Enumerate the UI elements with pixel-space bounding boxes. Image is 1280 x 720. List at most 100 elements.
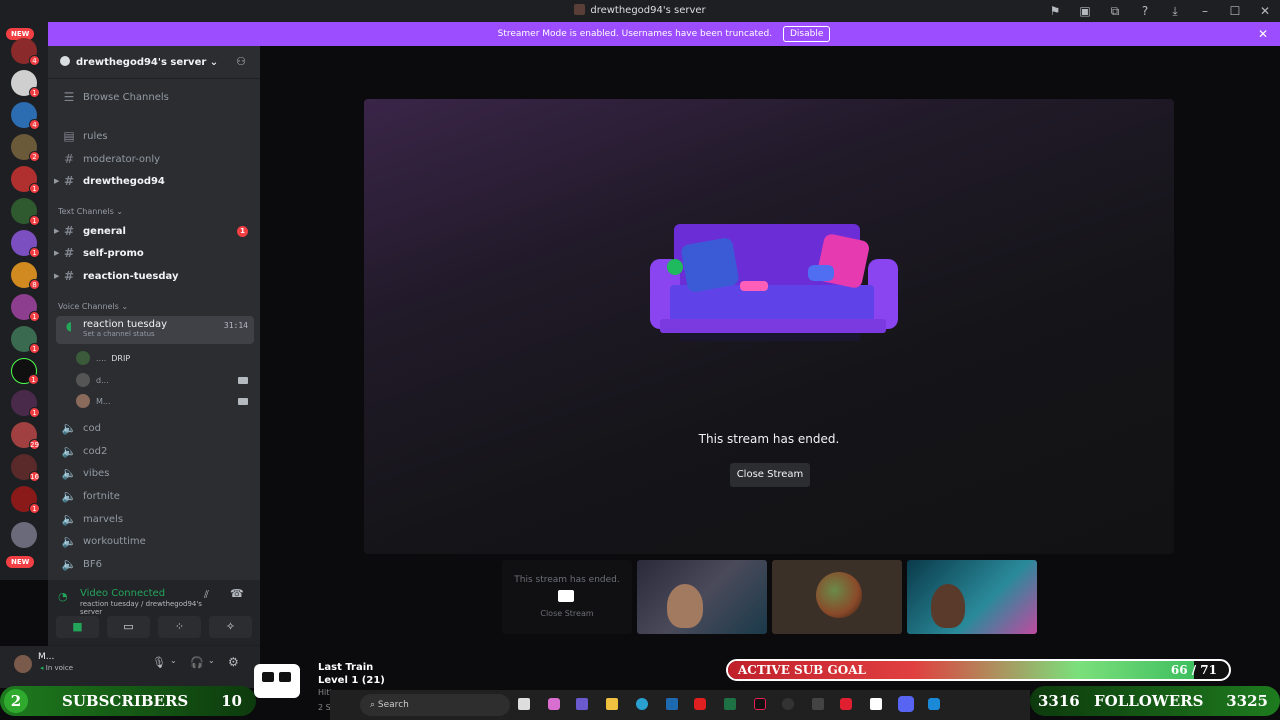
search-label: Search bbox=[377, 700, 409, 710]
teams-icon[interactable] bbox=[576, 698, 588, 710]
discord-icon[interactable] bbox=[898, 696, 914, 712]
voice-channel-vibes[interactable]: 🔈 vibes bbox=[56, 463, 254, 483]
minimize-icon[interactable]: – bbox=[1190, 4, 1220, 18]
help-icon[interactable]: ? bbox=[1130, 4, 1160, 18]
server-icon[interactable]: 8 bbox=[11, 262, 40, 290]
server-gear-icon bbox=[60, 56, 70, 66]
server-badge: 1 bbox=[29, 215, 40, 226]
speaker-icon: 🔈 bbox=[61, 534, 77, 548]
server-icon[interactable] bbox=[11, 522, 37, 548]
category-voice-channels[interactable]: Voice Channels ⌄ bbox=[58, 302, 128, 311]
disable-button[interactable]: Disable bbox=[782, 26, 831, 42]
excel-icon[interactable] bbox=[724, 698, 736, 710]
voice-connected-panel: ◔ Video Connected reaction tuesday / dre… bbox=[48, 580, 260, 646]
taskbar-search[interactable]: ⌕ Search bbox=[360, 694, 510, 716]
active-voice-text: reaction tuesday Set a channel status bbox=[83, 319, 167, 338]
server-icon[interactable]: 1 bbox=[11, 326, 40, 354]
obs-icon[interactable] bbox=[782, 698, 794, 710]
category-text-channels[interactable]: Text Channels ⌄ bbox=[58, 207, 123, 216]
server-icon[interactable]: 1 bbox=[11, 358, 39, 385]
stream-thumbnail-ended[interactable]: This stream has ended. Close Stream bbox=[502, 560, 632, 634]
voice-channel-fortnite[interactable]: 🔈 fortnite bbox=[56, 486, 254, 506]
server-header[interactable]: drewthegod94's server ⌄ ⚇ bbox=[48, 46, 260, 79]
channel-moderator-only[interactable]: # moderator-only bbox=[56, 149, 254, 169]
server-icon[interactable]: 29 bbox=[11, 422, 40, 450]
invite-icon[interactable]: ⚇ bbox=[236, 55, 246, 68]
voice-channel-bf6[interactable]: 🔈 BF6 bbox=[56, 554, 254, 574]
server-icon[interactable]: 4 bbox=[11, 38, 40, 66]
video-thumbnail[interactable] bbox=[772, 560, 902, 634]
expand-arrow-icon: ▶ bbox=[54, 249, 60, 257]
server-icon[interactable]: 1 bbox=[11, 486, 40, 514]
titlebar-controls: ⚑ ▣ ⧉ ? ⤓ – ☐ ✕ bbox=[1040, 0, 1280, 22]
voice-user[interactable]: .... DRIP bbox=[76, 349, 130, 367]
channel-general[interactable]: ▶ # general 1 bbox=[54, 221, 254, 241]
download-icon[interactable]: ⤓ bbox=[1160, 4, 1190, 19]
close-window-icon[interactable]: ✕ bbox=[1250, 4, 1280, 18]
server-icon[interactable]: 1 bbox=[11, 294, 40, 322]
voice-user[interactable]: M... bbox=[76, 392, 111, 410]
signal-icon[interactable]: ◔ bbox=[58, 590, 68, 603]
store-icon[interactable] bbox=[666, 698, 678, 710]
taskview-icon[interactable] bbox=[518, 698, 530, 710]
channel-label: cod2 bbox=[83, 445, 108, 457]
channel-label: cod bbox=[83, 422, 101, 434]
voice-channel-cod2[interactable]: 🔈 cod2 bbox=[56, 441, 254, 461]
notification-window-icon[interactable]: ⧉ bbox=[1100, 4, 1130, 19]
voice-timer: 31:14 bbox=[223, 321, 248, 330]
now-playing-level: Level 1 (21) bbox=[318, 675, 385, 686]
active-voice-name: reaction tuesday bbox=[83, 319, 168, 330]
voice-action-buttons: ■ ▭ ⁘ ✧ bbox=[56, 616, 252, 638]
voice-channel-marvels[interactable]: 🔈 marvels bbox=[56, 509, 254, 529]
server-icon[interactable]: 1 bbox=[11, 230, 40, 258]
server-icon[interactable]: 1 bbox=[11, 70, 40, 98]
user-tag: DRIP bbox=[111, 353, 131, 363]
youtube-icon[interactable] bbox=[694, 698, 706, 710]
inbox-flag-icon[interactable]: ⚑ bbox=[1040, 4, 1070, 18]
voice-user[interactable]: d... bbox=[76, 371, 109, 389]
copilot-icon[interactable] bbox=[548, 698, 560, 710]
video-thumbnail[interactable] bbox=[637, 560, 767, 634]
screen-share-button[interactable]: ▭ bbox=[107, 616, 150, 638]
server-icon[interactable]: 1 bbox=[11, 166, 40, 194]
close-stream-button[interactable]: Close Stream bbox=[730, 463, 810, 487]
subscribers-current: 2 bbox=[4, 689, 28, 713]
file-explorer-icon[interactable] bbox=[606, 698, 618, 710]
server-list: NEW 4 1 4 2 1 1 1 8 1 1 1 1 29 16 1 NEW bbox=[0, 22, 48, 580]
voice-status-title[interactable]: Video Connected bbox=[80, 588, 165, 599]
edge-icon[interactable] bbox=[636, 698, 648, 710]
stream-stage: This stream has ended. Close Stream bbox=[364, 99, 1174, 554]
hash-icon: # bbox=[63, 174, 75, 188]
voice-channel-active[interactable]: ◖ reaction tuesday Set a channel status 3… bbox=[56, 316, 254, 344]
app-blue-icon[interactable] bbox=[928, 698, 940, 710]
server-icon[interactable]: 4 bbox=[11, 102, 40, 130]
channel-status[interactable]: Set a channel status bbox=[83, 330, 167, 338]
noise-suppression-icon[interactable]: ⫽ bbox=[204, 588, 209, 602]
server-icon[interactable]: 1 bbox=[11, 198, 40, 226]
image-icon[interactable]: ▣ bbox=[1070, 4, 1100, 18]
channel-rules[interactable]: ▤ rules bbox=[56, 126, 254, 146]
voice-channel-cod[interactable]: 🔈 cod bbox=[56, 418, 254, 438]
camera-button[interactable]: ■ bbox=[56, 616, 99, 638]
channel-reaction-tuesday[interactable]: ▶ # reaction-tuesday bbox=[54, 266, 254, 286]
tiktok-icon[interactable] bbox=[754, 698, 766, 710]
app-red-icon[interactable] bbox=[840, 698, 852, 710]
app-icon[interactable] bbox=[812, 698, 824, 710]
channel-label: fortnite bbox=[83, 490, 120, 502]
maximize-icon[interactable]: ☐ bbox=[1220, 4, 1250, 18]
video-thumbnail[interactable] bbox=[907, 560, 1037, 634]
voice-channel-workouttime[interactable]: 🔈 workouttime bbox=[56, 531, 254, 551]
server-icon[interactable]: 16 bbox=[11, 454, 40, 482]
discord-window: drewthegod94's server ⚑ ▣ ⧉ ? ⤓ – ☐ ✕ St… bbox=[0, 0, 1280, 720]
capcut-icon[interactable] bbox=[870, 698, 882, 710]
soundboard-button[interactable]: ✧ bbox=[209, 616, 252, 638]
channel-self-promo[interactable]: ▶ # self-promo bbox=[54, 243, 254, 263]
banner-close-icon[interactable]: ✕ bbox=[1258, 22, 1268, 46]
channel-drewthegod94[interactable]: ▶ # drewthegod94 bbox=[54, 171, 254, 191]
server-icon[interactable]: 1 bbox=[11, 390, 40, 418]
activities-button[interactable]: ⁘ bbox=[158, 616, 201, 638]
disconnect-icon[interactable]: ☎ bbox=[230, 587, 244, 600]
sub-goal-label: ACTIVE SUB GOAL bbox=[738, 663, 866, 677]
server-icon[interactable]: 2 bbox=[11, 134, 40, 162]
browse-channels[interactable]: ☰ Browse Channels bbox=[56, 87, 254, 107]
